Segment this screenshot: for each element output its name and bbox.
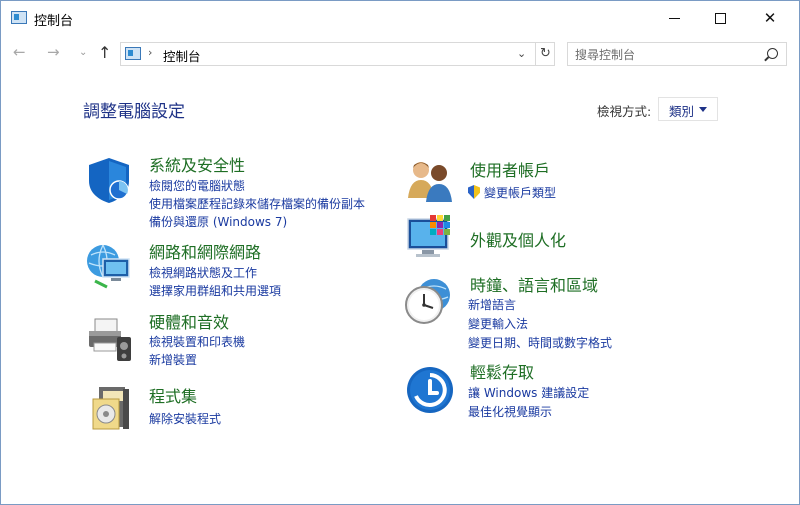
appearance-monitor-icon[interactable] xyxy=(406,213,456,263)
category-title-ease-of-access[interactable]: 輕鬆存取 xyxy=(470,359,534,383)
title-bar: 控制台 ✕ xyxy=(1,1,799,35)
control-panel-window: 控制台 ✕ ← → ⌄ ↑ › 控制台 ⌄ ↻ 搜尋控制台 調整電腦設定 檢視方… xyxy=(0,0,800,505)
forward-button[interactable]: → xyxy=(47,43,60,61)
up-arrow-icon: ↑ xyxy=(98,43,112,62)
printer-icon[interactable] xyxy=(85,315,135,365)
link-review-status[interactable]: 檢閱您的電腦狀態 xyxy=(149,177,245,194)
breadcrumb-control-panel[interactable]: 控制台 xyxy=(163,46,201,65)
category-title-system-security[interactable]: 系統及安全性 xyxy=(149,152,245,176)
link-optimize-visual-display[interactable]: 最佳化視覺顯示 xyxy=(468,403,552,420)
security-shield-icon[interactable] xyxy=(85,155,135,205)
back-button[interactable]: ← xyxy=(13,43,26,61)
link-change-account-type[interactable]: 變更帳戶類型 xyxy=(468,184,556,201)
link-uninstall-program[interactable]: 解除安裝程式 xyxy=(149,410,221,427)
clock-globe-icon[interactable] xyxy=(404,277,454,327)
category-title-programs[interactable]: 程式集 xyxy=(149,383,197,407)
chevron-right-icon[interactable]: › xyxy=(148,46,152,59)
refresh-button[interactable]: ↻ xyxy=(535,43,555,65)
maximize-button[interactable] xyxy=(697,1,743,35)
link-change-input-method[interactable]: 變更輸入法 xyxy=(468,315,528,332)
link-change-account-type-label: 變更帳戶類型 xyxy=(484,186,557,200)
search-icon[interactable] xyxy=(767,48,778,59)
uac-shield-icon xyxy=(468,185,480,199)
navigation-bar: ← → ⌄ ↑ › 控制台 ⌄ ↻ 搜尋控制台 xyxy=(1,37,799,69)
address-dropdown-button[interactable]: ⌄ xyxy=(517,47,526,60)
refresh-icon: ↻ xyxy=(540,46,551,61)
category-title-user-accounts[interactable]: 使用者帳戶 xyxy=(470,157,550,181)
link-devices-printers[interactable]: 檢視裝置和印表機 xyxy=(149,333,245,350)
programs-box-icon[interactable] xyxy=(89,383,139,433)
close-button[interactable]: ✕ xyxy=(747,1,793,35)
window-title: 控制台 xyxy=(34,14,74,29)
view-by-select[interactable]: 類別 xyxy=(658,97,718,121)
category-title-appearance[interactable]: 外觀及個人化 xyxy=(470,227,566,251)
link-add-device[interactable]: 新增裝置 xyxy=(149,351,197,368)
link-let-windows-suggest[interactable]: 讓 Windows 建議設定 xyxy=(468,384,589,401)
back-arrow-icon: ← xyxy=(13,43,26,61)
minimize-icon xyxy=(668,17,680,19)
caret-down-icon xyxy=(699,107,707,112)
address-bar[interactable]: › 控制台 ⌄ ↻ xyxy=(120,42,555,66)
users-icon[interactable] xyxy=(406,156,456,206)
category-title-hardware[interactable]: 硬體和音效 xyxy=(149,309,229,333)
category-title-network[interactable]: 網路和網際網路 xyxy=(149,239,261,263)
link-change-date-time-format[interactable]: 變更日期、時間或數字格式 xyxy=(468,334,612,351)
view-by-value: 類別 xyxy=(669,104,695,119)
category-title-clock-region[interactable]: 時鐘、語言和區域 xyxy=(470,272,598,296)
link-add-language[interactable]: 新增語言 xyxy=(468,296,516,313)
view-by-label: 檢視方式: xyxy=(597,104,652,119)
control-panel-icon xyxy=(125,47,141,60)
network-globe-icon[interactable] xyxy=(85,241,135,291)
search-placeholder: 搜尋控制台 xyxy=(575,48,636,62)
forward-arrow-icon: → xyxy=(47,43,60,61)
control-panel-icon xyxy=(11,11,27,24)
recent-locations-button[interactable]: ⌄ xyxy=(79,47,87,58)
close-icon: ✕ xyxy=(763,9,777,27)
link-file-history[interactable]: 使用檔案歷程記錄來儲存檔案的備份副本 xyxy=(149,195,365,212)
minimize-button[interactable] xyxy=(651,1,697,35)
chevron-down-icon: ⌄ xyxy=(79,47,88,58)
link-network-status[interactable]: 檢視網路狀態及工作 xyxy=(149,264,257,281)
search-input[interactable]: 搜尋控制台 xyxy=(567,42,787,66)
maximize-icon xyxy=(714,12,726,24)
page-title: 調整電腦設定 xyxy=(83,102,185,122)
link-homegroup[interactable]: 選擇家用群組和共用選項 xyxy=(149,282,281,299)
link-backup-restore[interactable]: 備份與還原 (Windows 7) xyxy=(149,213,287,230)
ease-of-access-icon[interactable] xyxy=(405,365,455,415)
up-button[interactable]: ↑ xyxy=(98,43,111,62)
